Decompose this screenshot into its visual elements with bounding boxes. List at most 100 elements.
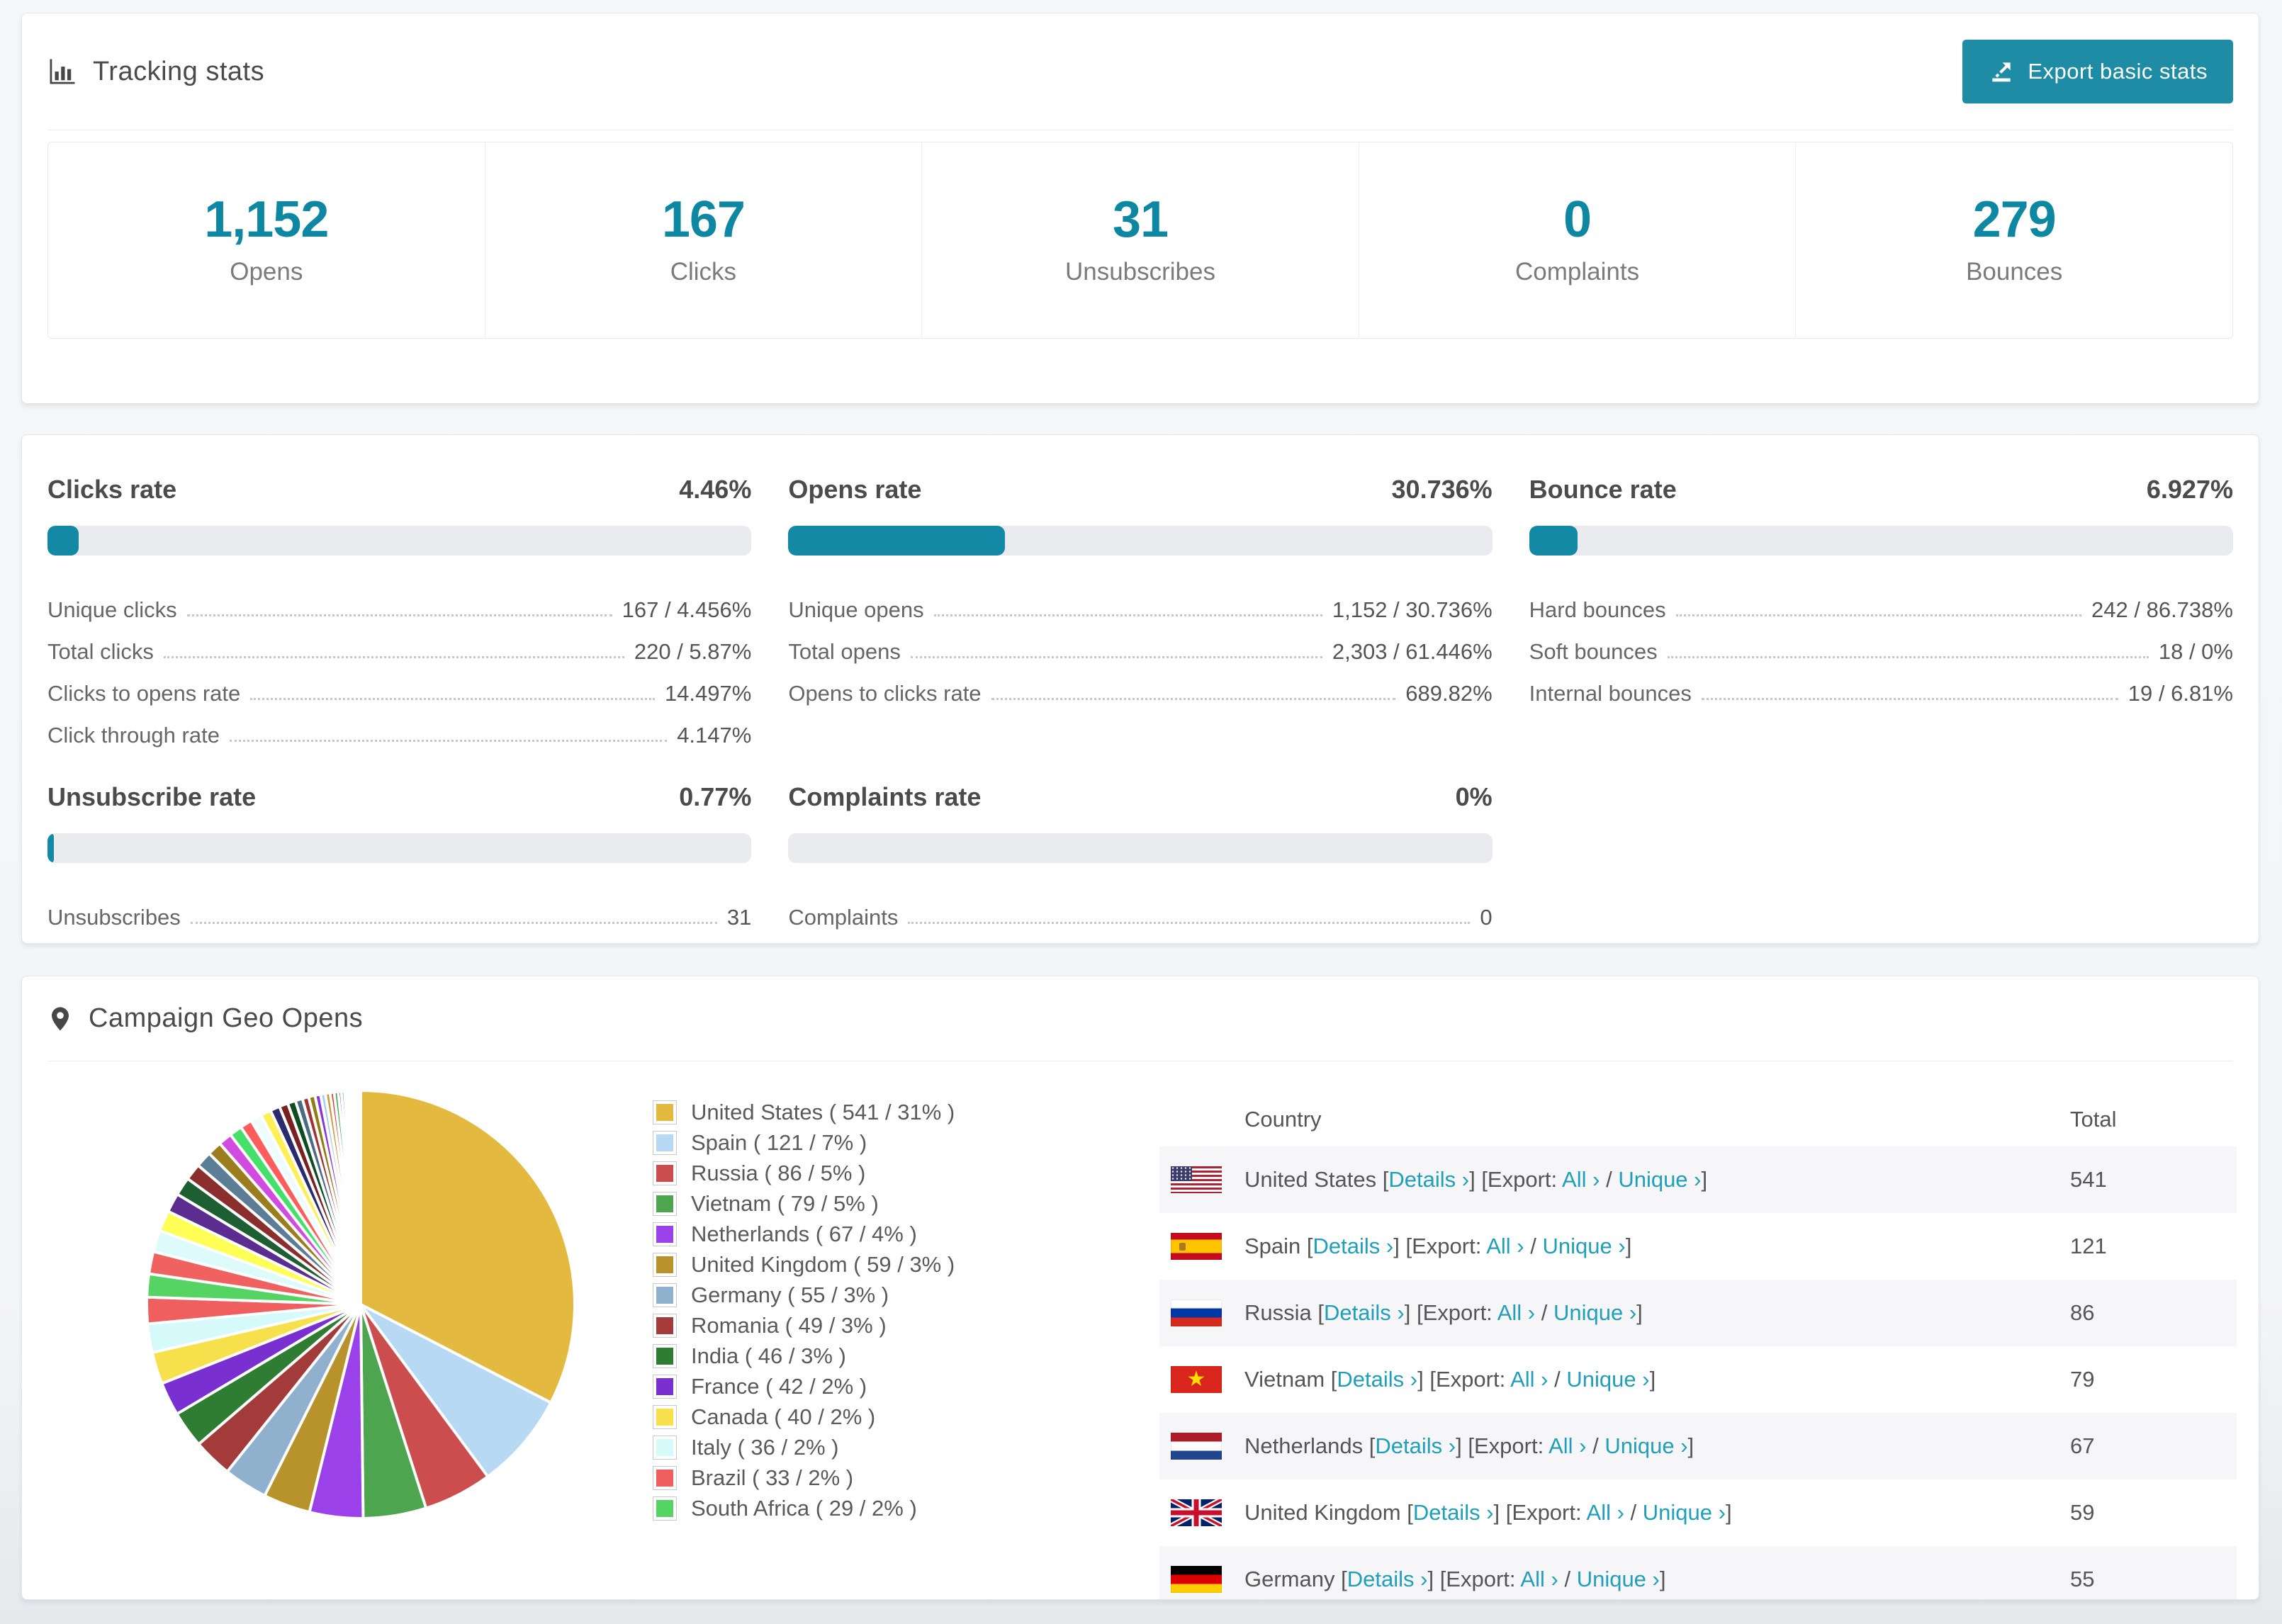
export-all-link[interactable]: All › [1520, 1567, 1558, 1591]
complaints-label: Complaints [1515, 258, 1640, 286]
details-link[interactable]: Details › [1413, 1500, 1494, 1525]
geo-pie-chart[interactable] [145, 1088, 577, 1521]
export-unique-link[interactable]: Unique › [1553, 1300, 1636, 1325]
bounce-rate-progressbar [1529, 526, 2233, 556]
opens-count: 1,152 [204, 191, 329, 248]
unsubscribe-rate-progressbar [47, 833, 752, 863]
detail-row: Opens to clicks rate 689.82% [788, 681, 1493, 706]
legend-item[interactable]: Russia ( 86 / 5% ) [653, 1158, 955, 1188]
details-link[interactable]: Details › [1337, 1367, 1417, 1392]
complaints-rate-value: 0% [1455, 782, 1493, 811]
detail-row: Complaints 0 [788, 905, 1493, 930]
legend-item[interactable]: Vietnam ( 79 / 5% ) [653, 1188, 955, 1219]
details-link[interactable]: Details › [1313, 1234, 1394, 1258]
opens-rate-title: Opens rate [788, 475, 922, 504]
table-row-vietnam: Vietnam [Details ›] [Export: All › / Uni… [1159, 1346, 2237, 1413]
unsubscribes-count: 31 [1112, 191, 1169, 248]
stat-complaints: 0 Complaints [1359, 142, 1797, 338]
legend-item[interactable]: Netherlands ( 67 / 4% ) [653, 1219, 955, 1249]
export-unique-link[interactable]: Unique › [1577, 1567, 1660, 1591]
export-unique-link[interactable]: Unique › [1618, 1167, 1701, 1192]
export-all-link[interactable]: All › [1548, 1433, 1586, 1458]
campaign-geo-opens-card: Campaign Geo Opens United States ( 541 /… [21, 976, 2259, 1600]
complaints-count: 0 [1563, 191, 1592, 248]
geo-table-header: Country Total [1159, 1092, 2237, 1146]
stat-unsubscribes: 31 Unsubscribes [922, 142, 1359, 338]
total-value: 79 [2070, 1367, 2095, 1392]
bounce-rate-block: Bounce rate 6.927% Hard bounces 242 / 86.… [1529, 475, 2233, 748]
opens-rate-progressbar [788, 526, 1493, 556]
total-value: 86 [2070, 1300, 2095, 1325]
unsubscribe-rate-value: 0.77% [679, 782, 752, 811]
legend-item[interactable]: Germany ( 55 / 3% ) [653, 1280, 955, 1310]
legend-item[interactable]: Italy ( 36 / 2% ) [653, 1432, 955, 1462]
country-column-header: Country [1244, 1106, 1322, 1132]
legend-item[interactable]: Canada ( 40 / 2% ) [653, 1402, 955, 1432]
table-row-netherlands: Netherlands [Details ›] [Export: All › /… [1159, 1413, 2237, 1479]
vietnam-flag-icon [1171, 1366, 1222, 1393]
unsubscribe-rate-title: Unsubscribe rate [47, 782, 257, 811]
total-value: 121 [2070, 1234, 2107, 1258]
export-basic-stats-button[interactable]: Export basic stats [1962, 40, 2233, 103]
detail-row: Internal bounces 19 / 6.81% [1529, 681, 2233, 706]
export-icon [1992, 62, 2011, 82]
detail-row: Unsubscribes 31 [47, 905, 752, 930]
bounces-label: Bounces [1966, 258, 2063, 286]
legend-item[interactable]: United States ( 541 / 31% ) [653, 1097, 955, 1127]
tracking-stats-card: Tracking stats Export basic stats 1,152 … [21, 13, 2259, 404]
opens-rate-block: Opens rate 30.736% Unique opens 1,152 / 3… [788, 475, 1493, 748]
clicks-rate-title: Clicks rate [47, 475, 177, 504]
table-row-spain: Spain [Details ›] [Export: All › / Uniqu… [1159, 1213, 2237, 1280]
details-link[interactable]: Details › [1375, 1433, 1456, 1458]
pie-slice[interactable] [358, 1089, 362, 1305]
table-row-germany: Germany [Details ›] [Export: All › / Uni… [1159, 1546, 2237, 1599]
legend-item[interactable]: France ( 42 / 2% ) [653, 1371, 955, 1402]
export-all-link[interactable]: All › [1587, 1500, 1624, 1525]
united-kingdom-flag-icon [1171, 1499, 1222, 1526]
detail-row: Unique opens 1,152 / 30.736% [788, 597, 1493, 622]
netherlands-flag-icon [1171, 1433, 1222, 1460]
total-value: 59 [2070, 1500, 2095, 1525]
export-unique-link[interactable]: Unique › [1643, 1500, 1726, 1525]
legend-item[interactable]: Romania ( 49 / 3% ) [653, 1310, 955, 1341]
detail-row: Total opens 2,303 / 61.446% [788, 639, 1493, 664]
table-row-russia: Russia [Details ›] [Export: All › / Uniq… [1159, 1280, 2237, 1346]
export-button-label: Export basic stats [2028, 59, 2208, 84]
total-value: 541 [2070, 1167, 2107, 1192]
opens-label: Opens [230, 258, 303, 286]
geo-header: Campaign Geo Opens [22, 976, 2259, 1061]
rates-card: Clicks rate 4.46% Unique clicks 167 / 4.4… [21, 434, 2259, 944]
united-states-flag-icon [1171, 1166, 1222, 1193]
summary-stats-row: 1,152 Opens 167 Clicks 31 Unsubscribes 0… [47, 142, 2233, 339]
geo-body: United States ( 541 / 31% ) Spain ( 121 … [22, 1061, 2259, 1599]
export-unique-link[interactable]: Unique › [1566, 1367, 1649, 1392]
export-all-link[interactable]: All › [1510, 1367, 1548, 1392]
unsubscribe-rate-progress-fill [47, 833, 54, 863]
clicks-label: Clicks [670, 258, 737, 286]
export-unique-link[interactable]: Unique › [1543, 1234, 1626, 1258]
spain-flag-icon [1171, 1233, 1222, 1260]
legend-item[interactable]: Brazil ( 33 / 2% ) [653, 1462, 955, 1493]
stat-clicks: 167 Clicks [485, 142, 923, 338]
details-link[interactable]: Details › [1388, 1167, 1469, 1192]
bounce-rate-progress-fill [1529, 526, 1578, 556]
details-link[interactable]: Details › [1347, 1567, 1428, 1591]
details-link[interactable]: Details › [1324, 1300, 1405, 1325]
detail-row: Click through rate 4.147% [47, 723, 752, 748]
legend-item[interactable]: Spain ( 121 / 7% ) [653, 1127, 955, 1158]
stat-bounces: 279 Bounces [1796, 142, 2232, 338]
detail-row: Unique clicks 167 / 4.456% [47, 597, 752, 622]
export-all-link[interactable]: All › [1497, 1300, 1535, 1325]
export-all-link[interactable]: All › [1486, 1234, 1524, 1258]
bounce-rate-title: Bounce rate [1529, 475, 1677, 504]
map-pin-icon [52, 1007, 69, 1030]
legend-item[interactable]: South Africa ( 29 / 2% ) [653, 1493, 955, 1523]
clicks-rate-value: 4.46% [679, 475, 752, 504]
export-unique-link[interactable]: Unique › [1604, 1433, 1687, 1458]
russia-flag-icon [1171, 1299, 1222, 1326]
bar-chart-icon [50, 59, 75, 84]
unsubscribes-label: Unsubscribes [1064, 258, 1215, 286]
export-all-link[interactable]: All › [1562, 1167, 1600, 1192]
legend-item[interactable]: United Kingdom ( 59 / 3% ) [653, 1249, 955, 1280]
legend-item[interactable]: India ( 46 / 3% ) [653, 1341, 955, 1371]
